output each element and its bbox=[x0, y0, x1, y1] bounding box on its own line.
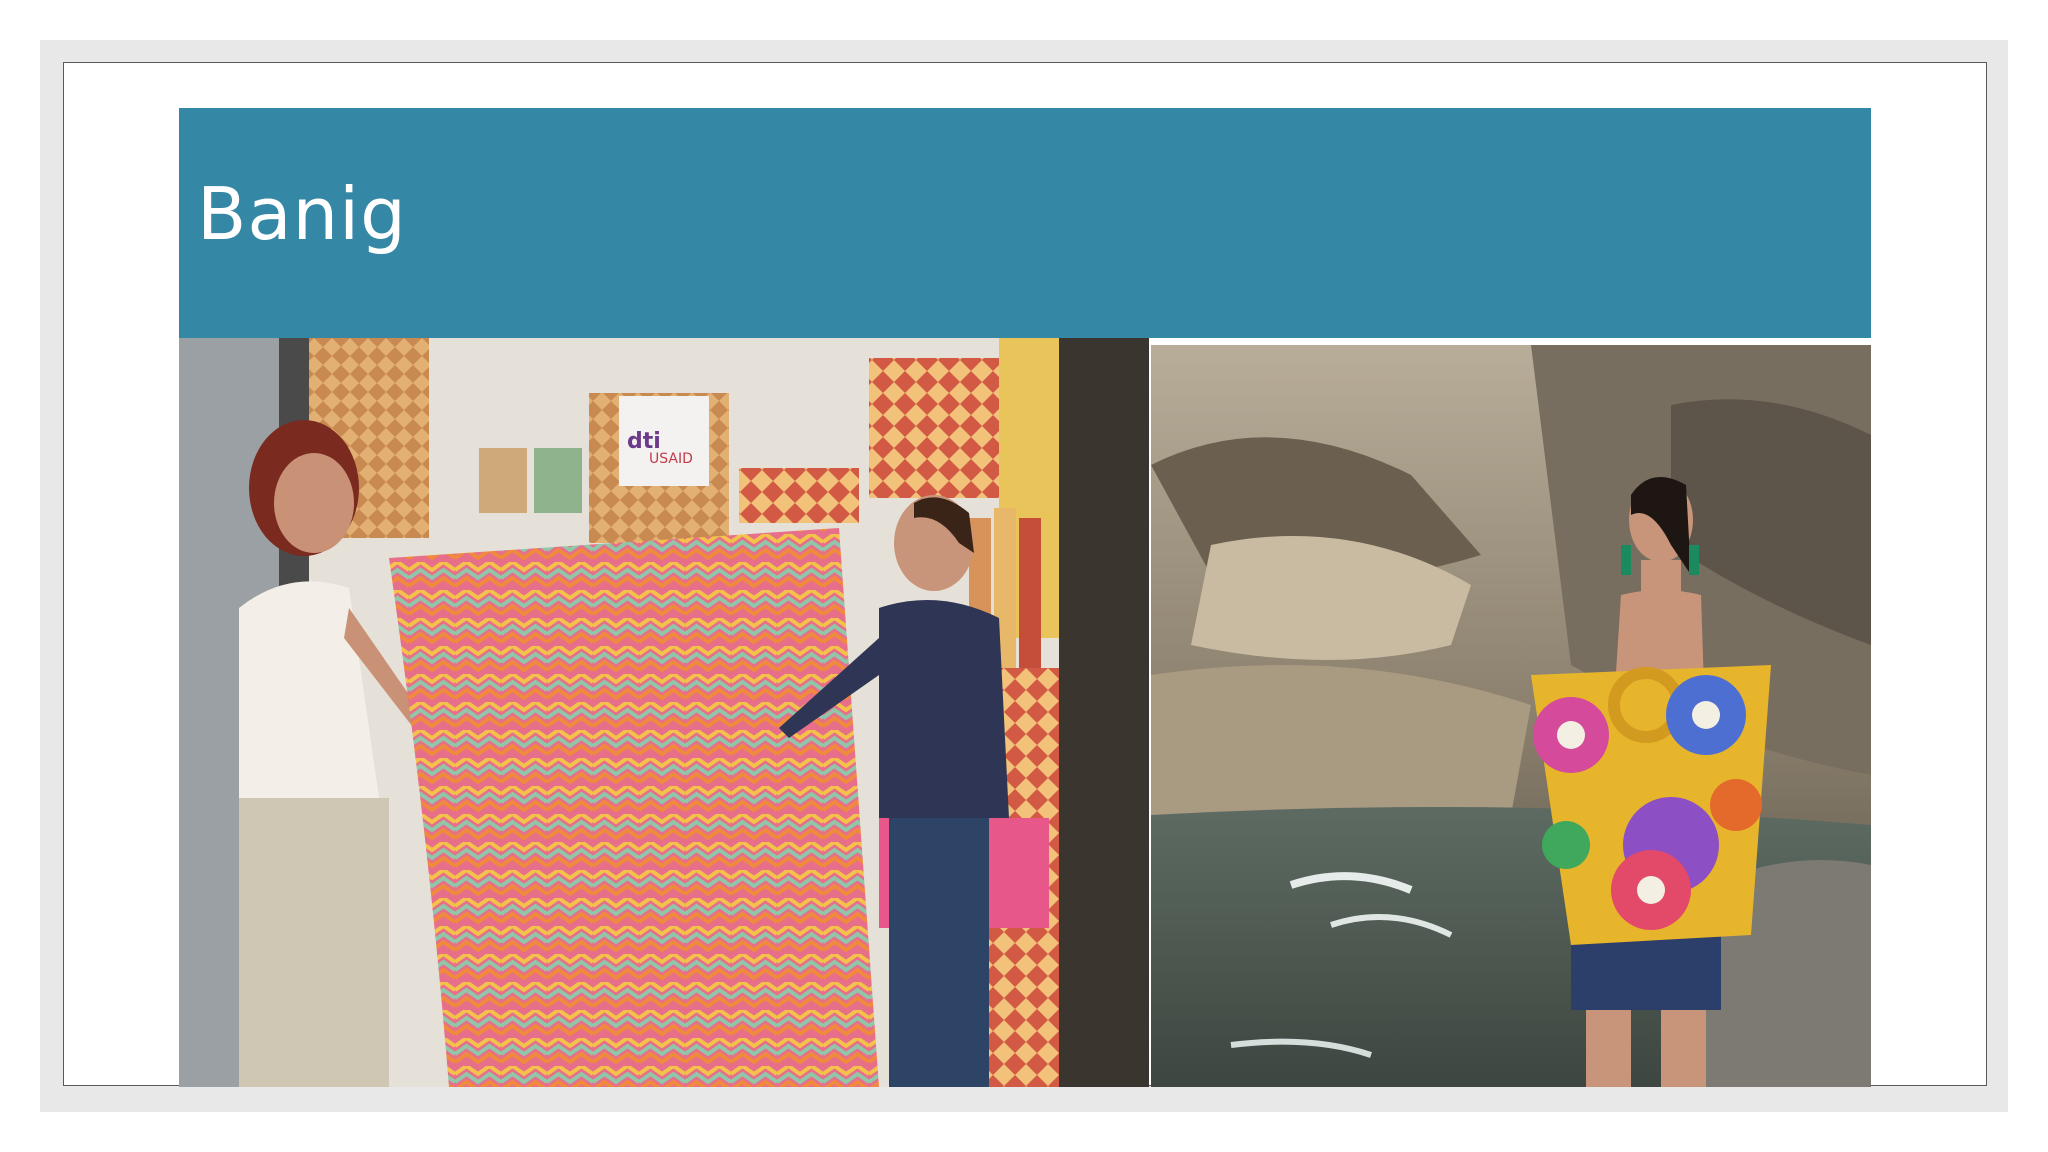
presentation-viewer: Banig dti USAID bbox=[40, 40, 2008, 1112]
woven-bag-model-photo bbox=[1151, 345, 1871, 1087]
slide-title[interactable]: Banig bbox=[197, 178, 407, 250]
booth-sign-usaid: USAID bbox=[649, 451, 693, 467]
title-bar: Banig bbox=[179, 108, 1871, 338]
banig-booth-photo: dti USAID bbox=[179, 338, 1149, 1087]
slide[interactable]: Banig dti USAID bbox=[63, 62, 1987, 1087]
